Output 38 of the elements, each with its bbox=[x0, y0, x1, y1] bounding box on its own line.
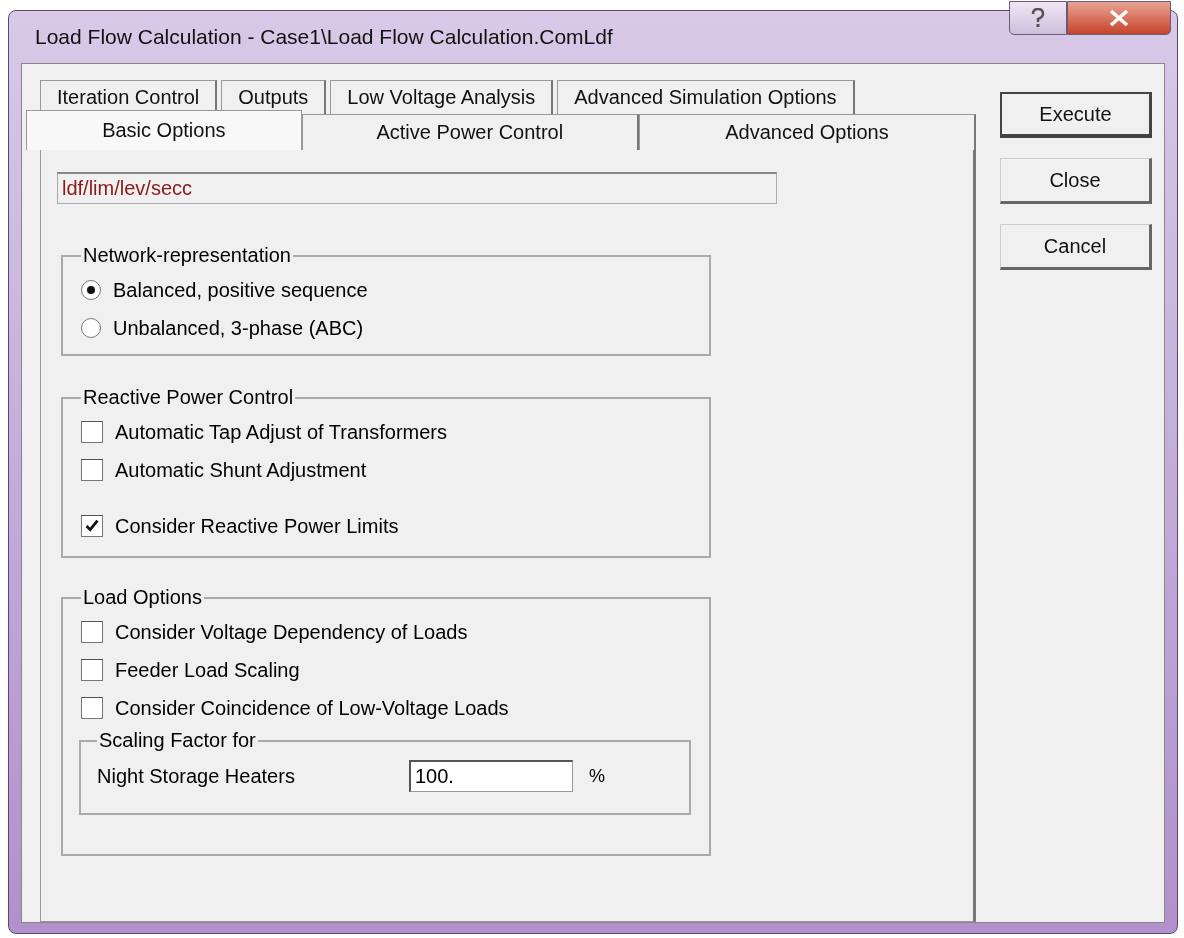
field-label: Night Storage Heaters bbox=[97, 764, 296, 788]
checkbox-label: Automatic Tap Adjust of Transformers bbox=[115, 420, 447, 444]
checkbox-label: Consider Voltage Dependency of Loads bbox=[115, 620, 468, 644]
group-title: Scaling Factor for bbox=[98, 729, 257, 752]
dialog-button[interactable]: Execute bbox=[1000, 92, 1152, 138]
tab[interactable]: Advanced Simulation Options bbox=[557, 80, 855, 114]
checkbox[interactable] bbox=[81, 659, 103, 681]
radio-button[interactable] bbox=[81, 280, 101, 300]
checkbox[interactable] bbox=[81, 621, 103, 643]
dialog-button[interactable]: Close bbox=[1000, 158, 1152, 204]
checkbox-label: Consider Coincidence of Low-Voltage Loads bbox=[115, 696, 509, 720]
command-field[interactable]: ldf/lim/lev/secc bbox=[57, 172, 777, 204]
help-button[interactable] bbox=[1009, 1, 1067, 35]
radio-button[interactable] bbox=[81, 318, 101, 338]
window-title: Load Flow Calculation - Case1\Load Flow Calculation.ComLdf bbox=[34, 25, 613, 49]
help-icon bbox=[1031, 8, 1045, 28]
group-title: Reactive Power Control bbox=[82, 386, 295, 409]
checkbox[interactable] bbox=[81, 697, 103, 719]
radio-label: Unbalanced, 3-phase (ABC) bbox=[113, 316, 364, 340]
checkbox-label: Feeder Load Scaling bbox=[115, 658, 300, 682]
group-title: Network-representation bbox=[82, 244, 292, 267]
tab[interactable]: Basic Options bbox=[26, 110, 302, 150]
group-title: Load Options bbox=[82, 586, 203, 609]
unit-label: % bbox=[589, 765, 605, 787]
tab[interactable]: Advanced Options bbox=[638, 114, 976, 150]
scaling-factor-field[interactable]: 100. bbox=[409, 760, 573, 792]
checkbox-label: Automatic Shunt Adjustment bbox=[115, 458, 367, 482]
checkbox-label: Consider Reactive Power Limits bbox=[115, 514, 399, 538]
checkbox[interactable] bbox=[81, 459, 103, 481]
tab[interactable]: Low Voltage Analysis bbox=[330, 80, 554, 114]
close-icon bbox=[1109, 9, 1129, 27]
radio-label: Balanced, positive sequence bbox=[113, 278, 368, 302]
checkbox[interactable] bbox=[81, 515, 103, 537]
tab[interactable]: Outputs bbox=[221, 80, 327, 114]
tab[interactable]: Active Power Control bbox=[301, 114, 639, 150]
dialog-button[interactable]: Cancel bbox=[1000, 224, 1152, 270]
close-button[interactable] bbox=[1067, 1, 1171, 35]
checkbox[interactable] bbox=[81, 421, 103, 443]
